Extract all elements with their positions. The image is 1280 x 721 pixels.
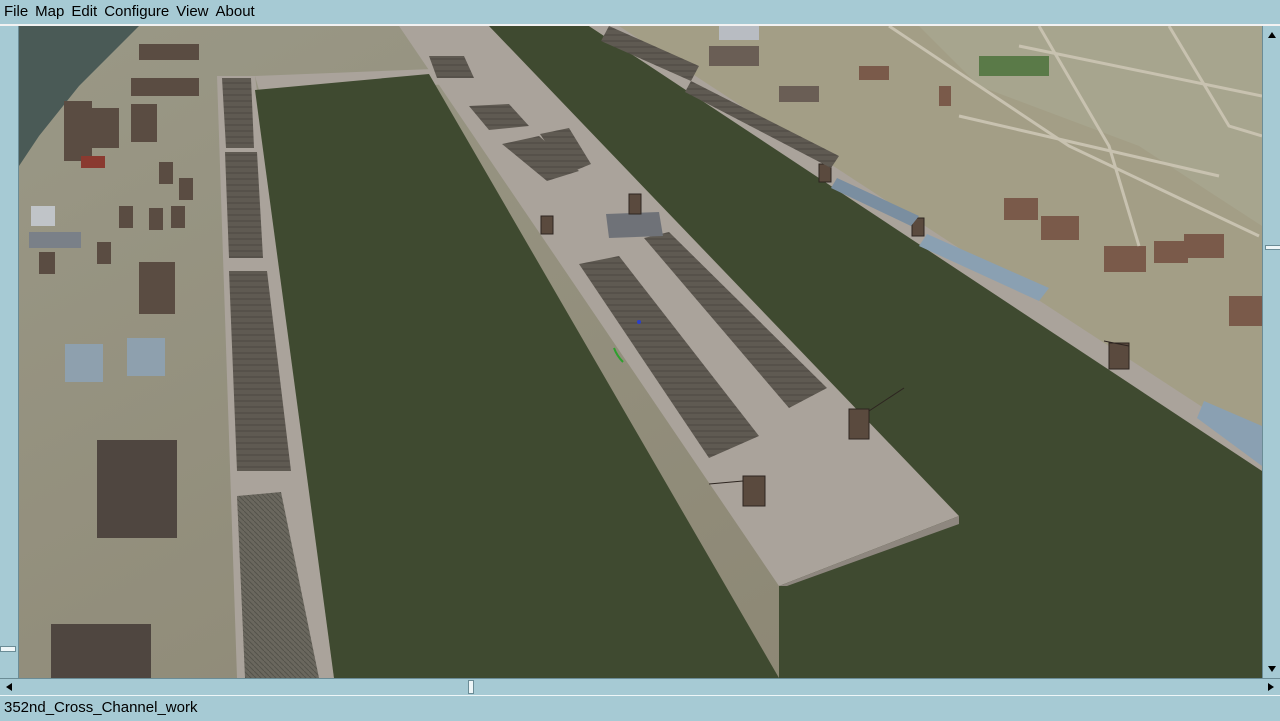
menu-map[interactable]: Map <box>31 0 67 24</box>
horizontal-scrollbar[interactable] <box>0 678 1280 695</box>
horizontal-scroll-thumb[interactable] <box>468 680 474 694</box>
arrow-left-icon[interactable] <box>2 680 16 694</box>
menu-file[interactable]: File <box>0 0 31 24</box>
arrow-up-icon[interactable] <box>1265 28 1279 42</box>
arrow-down-icon[interactable] <box>1265 662 1279 676</box>
waypoint-marker <box>637 320 641 324</box>
vertical-scroll-thumb[interactable] <box>1265 245 1280 250</box>
left-gutter-handle[interactable] <box>0 646 16 652</box>
arrow-right-icon[interactable] <box>1264 680 1278 694</box>
menu-view[interactable]: View <box>172 0 211 24</box>
menu-about[interactable]: About <box>212 0 258 24</box>
vertical-scrollbar[interactable] <box>1262 26 1280 678</box>
status-bar: 352nd_Cross_Channel_work <box>0 695 1280 721</box>
menu-configure[interactable]: Configure <box>100 0 172 24</box>
left-gutter <box>0 26 19 678</box>
status-text: 352nd_Cross_Channel_work <box>4 699 198 716</box>
map-viewport[interactable] <box>19 26 1262 678</box>
harbor-scene <box>19 26 1262 678</box>
menu-bar: File Map Edit Configure View About <box>0 0 1280 24</box>
menu-edit[interactable]: Edit <box>67 0 100 24</box>
